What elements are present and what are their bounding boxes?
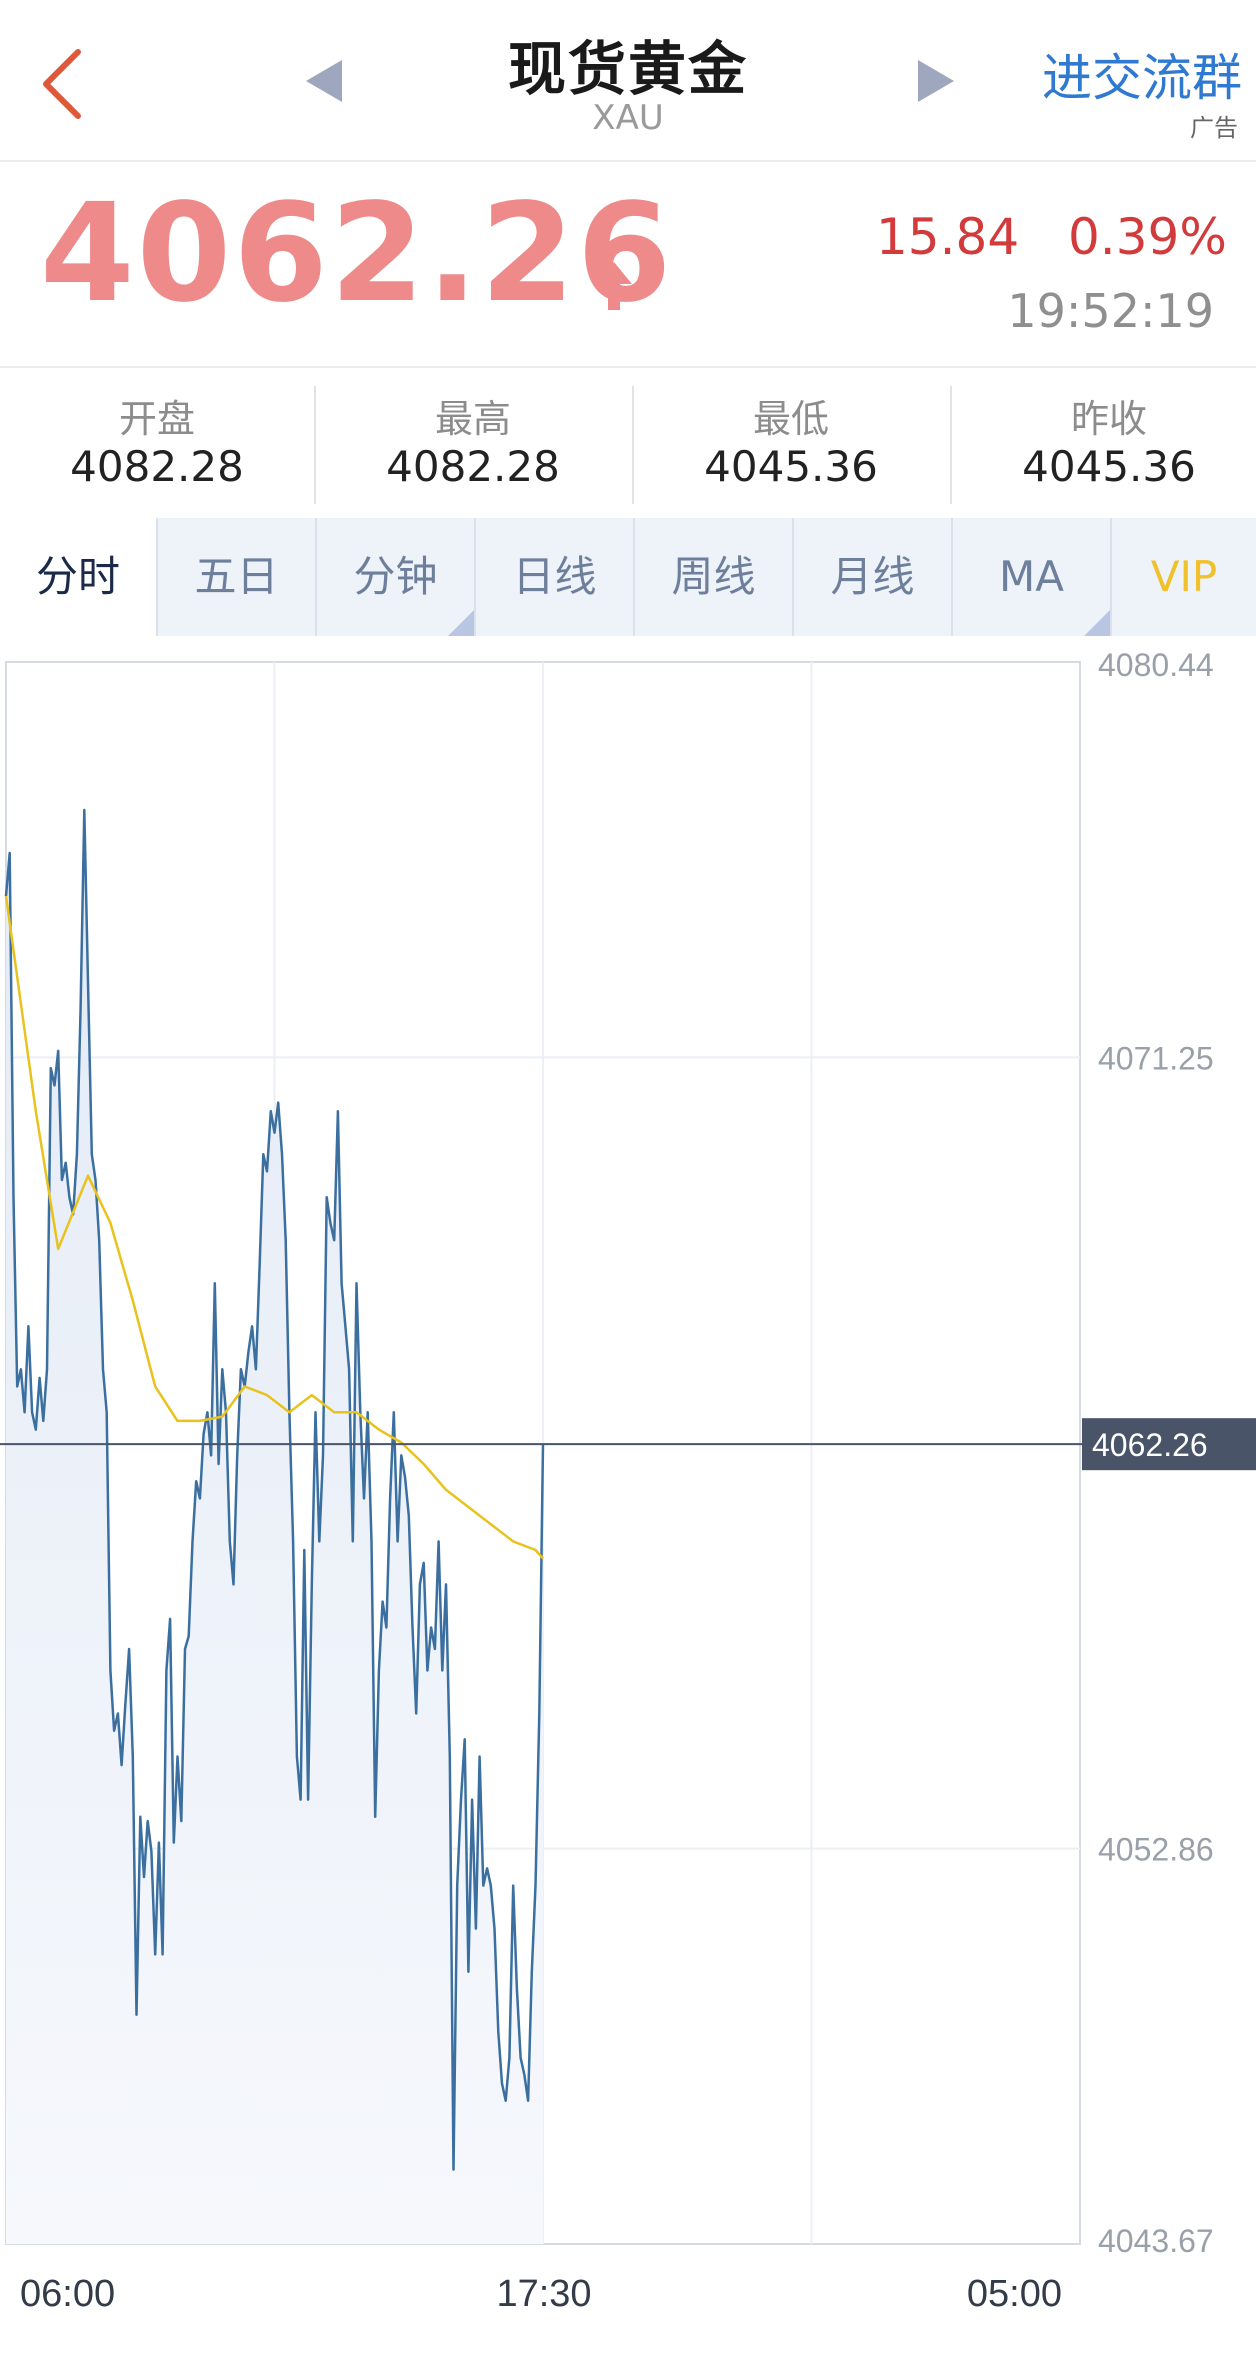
- x-tick-label: 17:30: [496, 2273, 591, 2315]
- y-tick-label: 4080.44: [1098, 647, 1214, 683]
- tab-minute[interactable]: 分钟: [317, 518, 476, 636]
- stat-value: 4082.28: [70, 442, 244, 491]
- nav-bar: 现货黄金 XAU 进交流群 广告: [0, 0, 1256, 160]
- stat-value: 4045.36: [704, 442, 878, 491]
- intraday-chart[interactable]: 4062.26 4080.44 4071.25 4052.86 4043.67 06:00…: [0, 640, 1256, 2354]
- tab-intraday[interactable]: 分时: [0, 518, 158, 636]
- tab-ma[interactable]: MA: [953, 518, 1112, 636]
- stat-value: 4082.28: [386, 442, 560, 491]
- price-divider: [0, 366, 1256, 368]
- stat-low: 最低 4045.36: [634, 370, 948, 516]
- tab-monthly[interactable]: 月线: [794, 518, 953, 636]
- price-change: 15.84: [876, 208, 1020, 266]
- stat-label: 开盘: [118, 397, 195, 441]
- tab-daily[interactable]: 日线: [476, 518, 635, 636]
- ad-label: 广告: [1190, 114, 1238, 142]
- dropdown-corner-icon: [448, 610, 474, 636]
- chart-period-tabs: 分时 五日 分钟 日线 周线 月线 MA VIP: [0, 518, 1256, 636]
- stat-open: 开盘 4082.28: [0, 370, 314, 516]
- stat-prev-close: 昨收 4045.36: [952, 370, 1256, 516]
- up-arrow-icon: [596, 262, 632, 310]
- stat-label: 最低: [752, 397, 829, 441]
- current-price: 4062.26: [40, 175, 674, 333]
- x-tick-label: 06:00: [20, 2273, 115, 2315]
- price-change-percent: 0.39%: [1068, 208, 1227, 266]
- x-tick-label: 05:00: [967, 2273, 1062, 2315]
- next-symbol-icon[interactable]: [918, 60, 954, 102]
- tab-label: 分钟: [353, 552, 438, 601]
- tab-label: MA: [999, 552, 1064, 601]
- stat-value: 4045.36: [1022, 442, 1196, 491]
- dropdown-corner-icon: [1084, 610, 1110, 636]
- current-price-tag-label: 4062.26: [1092, 1427, 1208, 1463]
- y-tick-label: 4043.67: [1098, 2223, 1214, 2259]
- quote-time: 19:52:19: [1007, 284, 1214, 338]
- tab-weekly[interactable]: 周线: [635, 518, 794, 636]
- y-tick-label: 4052.86: [1098, 1832, 1214, 1868]
- stat-label: 最高: [434, 397, 511, 441]
- nav-divider: [0, 160, 1256, 162]
- tab-five-day[interactable]: 五日: [158, 518, 317, 636]
- stats-row: 开盘 4082.28 最高 4082.28 最低 4045.36 昨收 4045…: [0, 370, 1256, 516]
- tab-vip[interactable]: VIP: [1112, 518, 1256, 636]
- stat-high: 最高 4082.28: [316, 370, 630, 516]
- y-tick-label: 4071.25: [1098, 1040, 1214, 1076]
- join-group-link[interactable]: 进交流群: [1042, 38, 1242, 110]
- stat-label: 昨收: [1070, 397, 1147, 441]
